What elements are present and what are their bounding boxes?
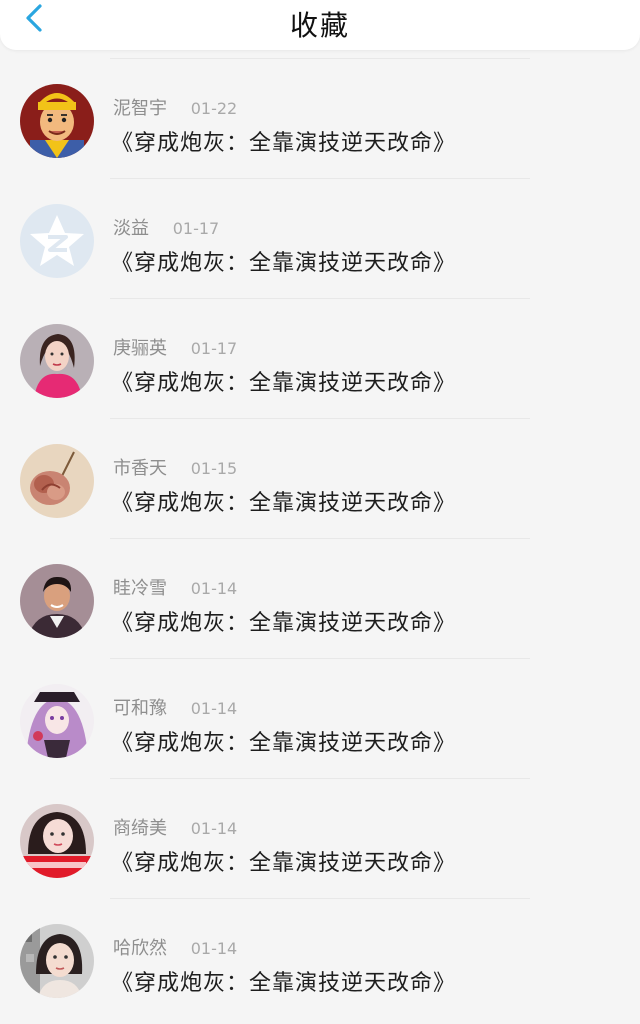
item-date: 01-14: [190, 579, 238, 598]
divider: [110, 58, 530, 59]
item-meta: 哈欣然 01-14: [113, 934, 237, 960]
user-name[interactable]: 可和豫: [113, 694, 167, 720]
avatar-man-suit: [20, 564, 94, 638]
item-date: 01-14: [190, 699, 238, 718]
item-meta: 可和豫 01-14: [113, 694, 237, 720]
divider: [110, 418, 530, 419]
user-name[interactable]: 眭冷雪: [113, 574, 167, 600]
book-title[interactable]: 《穿成炮灰：全靠演技逆天改命》: [111, 845, 456, 877]
list-item[interactable]: 庚骊英 01-17 《穿成炮灰：全靠演技逆天改命》: [0, 298, 640, 418]
list-item[interactable]: 眭冷雪 01-14 《穿成炮灰：全靠演技逆天改命》: [0, 538, 640, 658]
user-name[interactable]: 淡益: [113, 214, 149, 240]
item-date: 01-14: [190, 819, 238, 838]
avatar[interactable]: [20, 444, 94, 518]
book-title[interactable]: 《穿成炮灰：全靠演技逆天改命》: [111, 965, 456, 997]
item-date: 01-15: [190, 459, 238, 478]
avatar[interactable]: [20, 684, 94, 758]
avatar-qzone-default: [20, 204, 94, 278]
book-title[interactable]: 《穿成炮灰：全靠演技逆天改命》: [111, 365, 456, 397]
item-date: 01-17: [190, 339, 238, 358]
divider: [110, 298, 530, 299]
item-meta: 庚骊英 01-17: [113, 334, 237, 360]
user-name[interactable]: 市香天: [113, 454, 167, 480]
avatar[interactable]: [20, 84, 94, 158]
divider: [110, 658, 530, 659]
list-item[interactable]: 商绮美 01-14 《穿成炮灰：全靠演技逆天改命》: [0, 778, 640, 898]
user-name[interactable]: 庚骊英: [113, 334, 167, 360]
avatar-anime-girl: [20, 684, 94, 758]
user-name[interactable]: 哈欣然: [113, 934, 167, 960]
list-item[interactable]: 市香天 01-15 《穿成炮灰：全靠演技逆天改命》: [0, 418, 640, 538]
list-item[interactable]: 泥智宇 01-22 《穿成炮灰：全靠演技逆天改命》: [0, 58, 640, 178]
avatar-woman-pink: [20, 324, 94, 398]
avatar-cartoon-man: [20, 84, 94, 158]
avatar[interactable]: [20, 924, 94, 998]
avatar-girl-portrait: [20, 924, 94, 998]
divider: [110, 898, 530, 899]
user-name[interactable]: 泥智宇: [113, 94, 167, 120]
item-date: 01-14: [190, 939, 238, 958]
item-date: 01-22: [190, 99, 238, 118]
divider: [110, 538, 530, 539]
item-meta: 眭冷雪 01-14: [113, 574, 237, 600]
avatar[interactable]: [20, 204, 94, 278]
favorites-list: 泥智宇 01-22 《穿成炮灰：全靠演技逆天改命》 淡益 01-17 《穿成炮灰…: [0, 58, 640, 1018]
avatar[interactable]: [20, 564, 94, 638]
item-meta: 商绮美 01-14: [113, 814, 237, 840]
book-title[interactable]: 《穿成炮灰：全靠演技逆天改命》: [111, 125, 456, 157]
divider: [110, 178, 530, 179]
list-item[interactable]: 可和豫 01-14 《穿成炮灰：全靠演技逆天改命》: [0, 658, 640, 778]
list-item[interactable]: 淡益 01-17 《穿成炮灰：全靠演技逆天改命》: [0, 178, 640, 298]
top-bar: 收藏: [0, 0, 640, 50]
item-meta: 市香天 01-15: [113, 454, 237, 480]
avatar[interactable]: [20, 324, 94, 398]
page-title: 收藏: [289, 9, 350, 42]
avatar[interactable]: [20, 804, 94, 878]
avatar-girl-selfie: [20, 804, 94, 878]
book-title[interactable]: 《穿成炮灰：全靠演技逆天改命》: [111, 725, 456, 757]
item-date: 01-17: [172, 219, 220, 238]
user-name[interactable]: 商绮美: [113, 814, 167, 840]
book-title[interactable]: 《穿成炮灰：全靠演技逆天改命》: [111, 605, 456, 637]
item-meta: 淡益 01-17: [113, 214, 219, 240]
divider: [110, 778, 530, 779]
list-item[interactable]: 哈欣然 01-14 《穿成炮灰：全靠演技逆天改命》: [0, 898, 640, 1018]
avatar-rose: [20, 444, 94, 518]
book-title[interactable]: 《穿成炮灰：全靠演技逆天改命》: [111, 245, 456, 277]
item-meta: 泥智宇 01-22: [113, 94, 237, 120]
book-title[interactable]: 《穿成炮灰：全靠演技逆天改命》: [111, 485, 456, 517]
